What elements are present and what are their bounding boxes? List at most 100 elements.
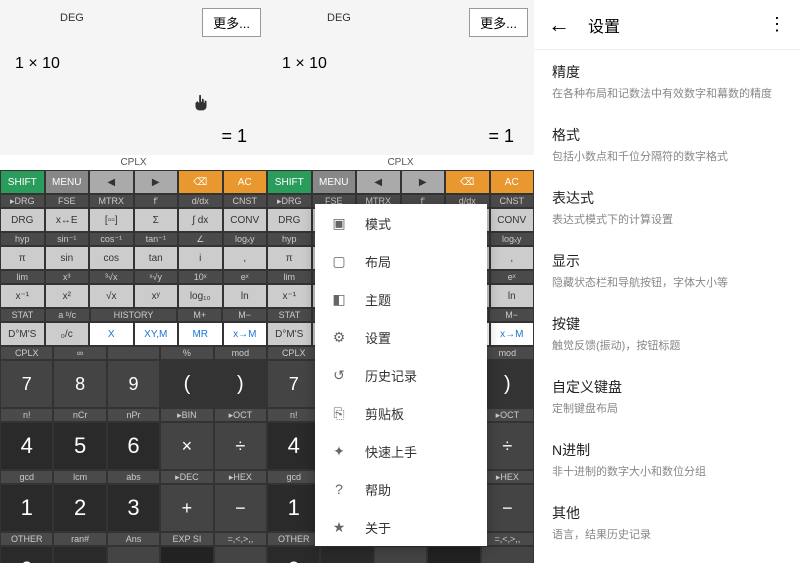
tan-key[interactable]: tan [134,246,179,270]
left-key[interactable]: ◀ [356,170,401,194]
pow-key[interactable]: xʸ [134,284,179,308]
sum-key[interactable]: Σ [134,208,179,232]
ln-key[interactable]: ln [223,284,268,308]
back-icon[interactable]: ← [548,12,570,38]
sqrt-key[interactable]: √x [89,284,134,308]
frac-key[interactable]: ₀/c [45,322,90,346]
inv-key[interactable]: x⁻¹ [0,284,45,308]
5-key[interactable]: 5 [53,422,106,470]
conv-key[interactable]: CONV [490,208,535,232]
menu-icon: ? [329,481,349,497]
sq-key[interactable]: x² [45,284,90,308]
1-key[interactable]: 1 [267,484,320,532]
7-key[interactable]: 7 [0,360,53,408]
4-key[interactable]: 4 [0,422,53,470]
equals-key[interactable]: ✓ [214,546,267,563]
more-button[interactable]: 更多... [202,8,261,37]
8-key[interactable]: 8 [53,360,106,408]
div-key[interactable]: ÷ [481,422,534,470]
menu-item[interactable]: ▢布局 [315,242,487,280]
del-key[interactable]: ⌫ [178,170,223,194]
mr-key[interactable]: MR [178,322,223,346]
settings-item[interactable]: 显示隐藏状态栏和导航按钮，字体大小等 [534,239,800,302]
0-key[interactable]: 0 [0,546,53,563]
del-key[interactable]: ⌫ [445,170,490,194]
ac-key[interactable]: AC [490,170,535,194]
settings-item[interactable]: 其他语言，结果历史记录 [534,491,800,554]
overflow-icon[interactable]: ⋮ [768,14,786,35]
left-key[interactable]: ◀ [89,170,134,194]
menu-item[interactable]: ◧主题 [315,280,487,318]
exp-key[interactable]: EXP [160,546,213,563]
int-key[interactable]: ∫ dx [178,208,223,232]
sub-key[interactable]: − [214,484,267,532]
result: = 1 [488,126,514,147]
add-key[interactable]: + [160,484,213,532]
comma-key[interactable]: , [490,246,535,270]
settings-item[interactable]: 自定义键盘定制键盘布局 [534,365,800,428]
6-key[interactable]: 6 [107,422,160,470]
menu-key[interactable]: MENU [312,170,357,194]
menu-item[interactable]: ↺历史记录 [315,356,487,394]
log-key[interactable]: log₁₀ [178,284,223,308]
comma-key[interactable]: , [223,246,268,270]
xe-key[interactable]: x↔E [45,208,90,232]
settings-item[interactable]: 精度在各种布局和记数法中有效数字和幕数的精度 [534,50,800,113]
ln-key[interactable]: ln [490,284,535,308]
mtrx-key[interactable]: [▫▫] [89,208,134,232]
pi-key[interactable]: π [267,246,312,270]
right-key[interactable]: ▶ [134,170,179,194]
sin-key[interactable]: sin [45,246,90,270]
dms-key[interactable]: D°M'S [267,322,312,346]
dot-key[interactable]: . [53,546,106,563]
inv-key[interactable]: x⁻¹ [267,284,312,308]
3-key[interactable]: 3 [107,484,160,532]
xm-key[interactable]: x→M [490,322,535,346]
x-key[interactable]: X [89,322,134,346]
settings-item[interactable]: 表达式表达式模式下的计算设置 [534,176,800,239]
more-button[interactable]: 更多... [469,8,528,37]
rpar-key[interactable]: ) [214,360,267,408]
i-key[interactable]: i [178,246,223,270]
settings-item[interactable]: 格式包括小数点和千位分隔符的数字格式 [534,113,800,176]
pi-key[interactable]: π [0,246,45,270]
cos-key[interactable]: cos [89,246,134,270]
settings-item[interactable]: N进制非十进制的数字大小和数位分组 [534,428,800,491]
menu-item[interactable]: ▣模式 [315,204,487,242]
dot-key[interactable]: . [320,546,373,563]
shift-key[interactable]: SHIFT [0,170,45,194]
exp-key[interactable]: EXP [427,546,480,563]
2-key[interactable]: 2 [53,484,106,532]
xm-key[interactable]: x→M [223,322,268,346]
menu-item[interactable]: ✦快速上手 [315,432,487,470]
div-key[interactable]: ÷ [214,422,267,470]
menu-item[interactable]: ★关于 [315,508,487,546]
0-key[interactable]: 0 [267,546,320,563]
settings-item[interactable]: 按键触觉反馈(振动)，按钮标题 [534,302,800,365]
lpar-key[interactable]: ( [160,360,213,408]
4-key[interactable]: 4 [267,422,320,470]
drg-key[interactable]: DRG [0,208,45,232]
7-key[interactable]: 7 [267,360,320,408]
sub-key[interactable]: − [481,484,534,532]
menu-key[interactable]: MENU [45,170,90,194]
menu-item[interactable]: ⎘剪贴板 [315,394,487,432]
drg-key[interactable]: DRG [267,208,312,232]
mul-key[interactable]: × [160,422,213,470]
menu-item[interactable]: ⚙设置 [315,318,487,356]
h: gcd [0,470,53,484]
rpar-key[interactable]: ) [481,360,534,408]
dms-key[interactable]: D°M'S [0,322,45,346]
h: CNST [223,194,268,208]
1-key[interactable]: 1 [0,484,53,532]
right-key[interactable]: ▶ [401,170,446,194]
shift-key[interactable]: SHIFT [267,170,312,194]
neg-key[interactable]: +/− [107,546,160,563]
ac-key[interactable]: AC [223,170,268,194]
9-key[interactable]: 9 [107,360,160,408]
conv-key[interactable]: CONV [223,208,268,232]
neg-key[interactable]: +/− [374,546,427,563]
xym-key[interactable]: XY,M [134,322,179,346]
menu-item[interactable]: ?帮助 [315,470,487,508]
equals-key[interactable]: ✓ [481,546,534,563]
